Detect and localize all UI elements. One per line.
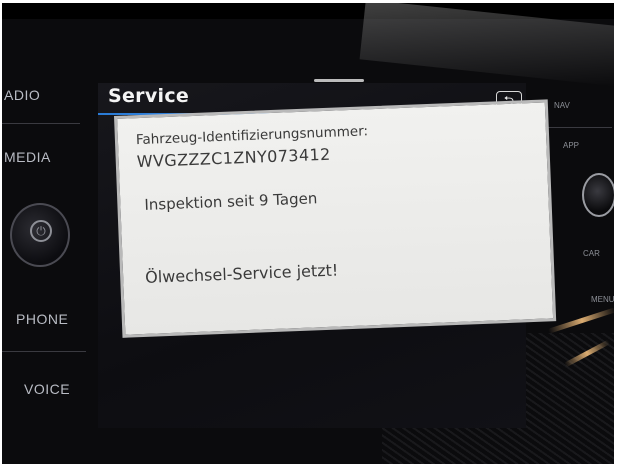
service-message-dialog: Fahrzeug-Identifizierungsnummer: WVGZZZC… bbox=[114, 99, 557, 338]
hw-divider bbox=[2, 351, 86, 352]
power-icon: ⏻ bbox=[30, 220, 52, 242]
photo-frame: ADIO MEDIA ⏻ PHONE VOICE NAV APP CAR MEN… bbox=[2, 3, 614, 464]
hw-button-radio[interactable]: ADIO bbox=[4, 87, 40, 103]
hw-button-menu[interactable]: MENU bbox=[591, 295, 614, 304]
tune-knob[interactable] bbox=[582, 173, 614, 217]
oil-change-message: Ölwechsel-Service jetzt! bbox=[144, 260, 339, 287]
hw-button-car[interactable]: CAR bbox=[583, 249, 600, 258]
infotainment-screen: Service ⮌ Fahrzeug-Identifizierungsnumme… bbox=[98, 79, 557, 428]
vin-value: WVGZZZC1ZNY073412 bbox=[136, 144, 331, 172]
hw-button-app[interactable]: APP bbox=[563, 141, 579, 150]
hw-button-media[interactable]: MEDIA bbox=[4, 149, 51, 165]
hw-button-voice[interactable]: VOICE bbox=[24, 381, 70, 397]
hw-divider bbox=[2, 123, 80, 124]
page-title: Service bbox=[108, 85, 190, 107]
hw-button-nav[interactable]: NAV bbox=[554, 101, 570, 110]
pull-down-handle[interactable] bbox=[314, 79, 364, 82]
left-hardware-buttons: ADIO MEDIA ⏻ PHONE VOICE bbox=[2, 63, 92, 463]
vin-label: Fahrzeug-Identifizierungsnummer: bbox=[135, 123, 369, 149]
hw-button-phone[interactable]: PHONE bbox=[16, 311, 68, 327]
volume-knob[interactable]: ⏻ bbox=[10, 203, 70, 267]
inspection-status: Inspektion seit 9 Tagen bbox=[144, 189, 318, 214]
